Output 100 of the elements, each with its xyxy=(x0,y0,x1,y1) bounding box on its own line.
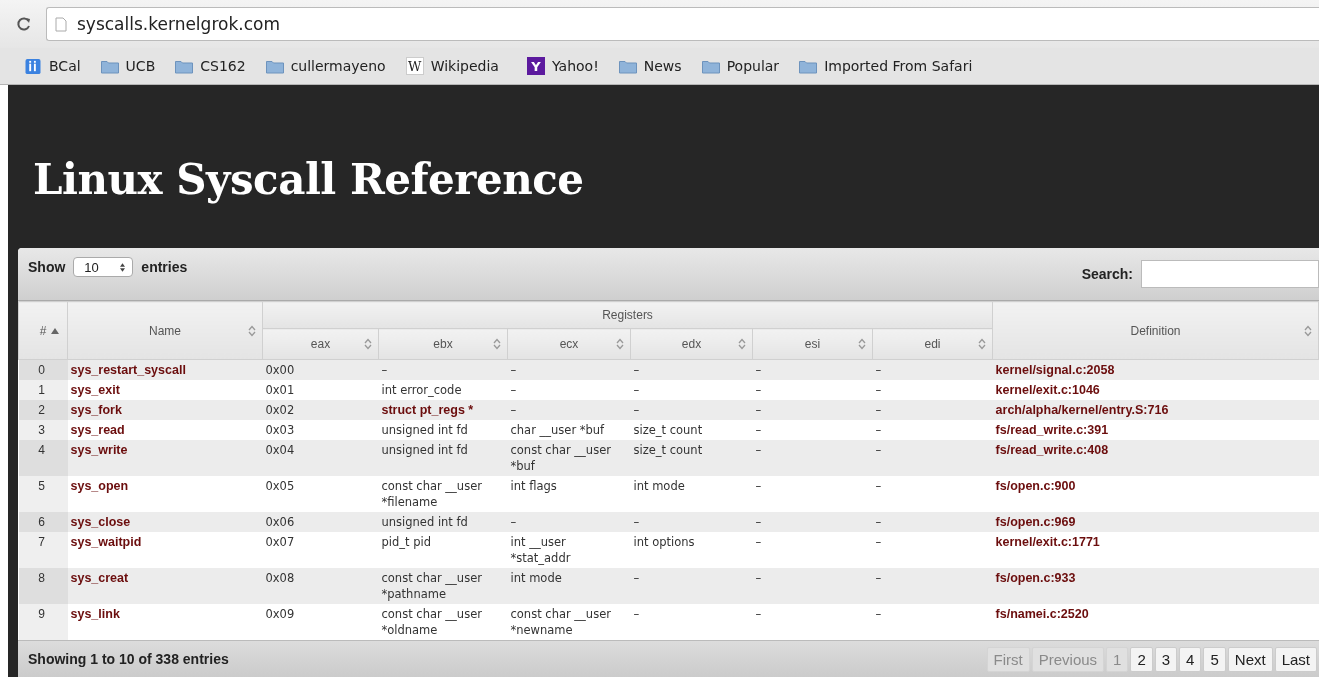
syscall-link[interactable]: sys_open xyxy=(70,479,129,493)
syscall-link[interactable]: sys_creat xyxy=(70,571,129,585)
table-cell: – xyxy=(875,403,882,417)
bookmark[interactable]: cullermayeno xyxy=(265,58,386,74)
table-cell: – xyxy=(875,423,882,437)
column-header[interactable]: eax xyxy=(262,328,379,360)
sort-icon xyxy=(493,338,501,350)
sort-icon xyxy=(248,324,256,337)
table-cell: 0x01 xyxy=(265,383,295,397)
table-cell: – xyxy=(875,443,882,457)
table-cell: char __user *buf xyxy=(510,423,605,437)
entries-label: entries xyxy=(141,259,188,275)
table-cell: – xyxy=(510,515,517,529)
sort-icon xyxy=(1304,324,1312,337)
column-header[interactable]: ecx xyxy=(507,328,631,360)
row-number: 2 xyxy=(38,403,45,417)
sort-icon xyxy=(738,338,746,350)
column-header[interactable]: Name xyxy=(67,301,263,360)
table-cell: const char __user *oldname xyxy=(381,607,482,637)
sort-icon xyxy=(364,338,372,350)
column-header[interactable]: # xyxy=(18,301,68,360)
table-cell: – xyxy=(875,571,882,585)
table-cell: 0x02 xyxy=(265,403,295,417)
pagination-button[interactable]: 2 xyxy=(1130,646,1153,672)
table-cell: unsigned int fd xyxy=(381,443,468,457)
page-title: Linux Syscall Reference xyxy=(33,155,585,206)
syscall-link[interactable]: sys_exit xyxy=(70,383,120,397)
table-cell: – xyxy=(510,383,517,397)
sort-ascending-icon xyxy=(51,327,59,334)
table-cell: – xyxy=(755,535,762,549)
table-cell: – xyxy=(755,607,762,621)
bookmark[interactable]: Imported From Safari xyxy=(799,58,973,74)
source-link[interactable]: fs/read_write.c:408 xyxy=(995,443,1109,457)
sort-icon xyxy=(978,338,987,350)
table-cell: 0x06 xyxy=(265,515,295,529)
folder-icon xyxy=(175,58,194,74)
folder-icon xyxy=(265,58,284,74)
pagination-button[interactable]: Next xyxy=(1227,646,1273,672)
folder-icon xyxy=(100,58,119,74)
search-field[interactable] xyxy=(1141,260,1319,288)
entries-dropdown[interactable]: 10 xyxy=(73,257,134,277)
source-link[interactable]: kernel/exit.c:1771 xyxy=(995,535,1100,549)
group-header: Registers xyxy=(262,301,993,329)
table-cell: – xyxy=(755,479,762,493)
column-header[interactable]: Definition xyxy=(992,301,1319,360)
table-cell: 0x08 xyxy=(265,571,295,585)
syscall-link[interactable]: sys_link xyxy=(70,607,120,621)
pagination-button[interactable]: Last xyxy=(1274,646,1317,672)
source-link[interactable]: kernel/exit.c:1046 xyxy=(995,383,1100,397)
table-cell: 0x04 xyxy=(265,443,295,457)
reload-icon[interactable] xyxy=(16,16,32,32)
syscall-link[interactable]: sys_write xyxy=(70,443,128,457)
table-cell: – xyxy=(510,403,517,417)
syscall-link[interactable]: sys_read xyxy=(70,423,125,437)
table-cell: – xyxy=(875,515,882,529)
row-number: 8 xyxy=(38,571,45,585)
folder-icon xyxy=(701,58,720,74)
pagination-button[interactable]: 3 xyxy=(1154,646,1178,672)
show-label: Show xyxy=(28,259,66,275)
source-link[interactable]: fs/open.c:933 xyxy=(995,571,1076,585)
bookmark[interactable]: CS162 xyxy=(175,58,246,74)
table-cell: 0x09 xyxy=(265,607,295,621)
column-header[interactable]: edx xyxy=(630,328,753,360)
table-cell: 0x00 xyxy=(265,363,295,377)
table-cell: – xyxy=(633,403,640,417)
table-cell: – xyxy=(755,515,762,529)
stepper-icon xyxy=(120,262,126,272)
column-header[interactable]: edi xyxy=(872,328,993,360)
bookmark[interactable]: News xyxy=(618,58,682,74)
bookmark[interactable]: Y Yahoo! xyxy=(518,57,599,75)
source-link[interactable]: fs/open.c:969 xyxy=(995,515,1076,529)
table-cell: 0x05 xyxy=(265,479,295,493)
address-bar[interactable]: syscalls.kernelgrok.com xyxy=(46,7,1319,41)
folder-icon xyxy=(799,58,818,74)
site-icon: Y xyxy=(526,57,545,75)
table-cell: – xyxy=(755,363,762,377)
table-cell: – xyxy=(875,363,882,377)
bookmark[interactable]: UCB xyxy=(100,58,156,74)
syscall-link[interactable]: sys_fork xyxy=(70,403,122,417)
pagination-button[interactable]: 4 xyxy=(1179,646,1202,672)
table-cell: unsigned int fd xyxy=(381,515,468,529)
table-cell: – xyxy=(755,443,762,457)
source-link[interactable]: fs/namei.c:2520 xyxy=(995,607,1089,621)
table-cell: int options xyxy=(633,535,695,549)
pagination-button[interactable]: 5 xyxy=(1203,646,1226,672)
source-link[interactable]: fs/open.c:900 xyxy=(995,479,1076,493)
calendar-icon xyxy=(24,58,42,74)
column-header[interactable]: ebx xyxy=(378,328,508,360)
column-header[interactable]: esi xyxy=(752,328,873,360)
bookmark[interactable]: Popular xyxy=(701,58,780,74)
bookmark[interactable]: W Wikipedia xyxy=(405,57,499,75)
table-cell: – xyxy=(381,363,388,377)
table-cell: size_t count xyxy=(633,423,703,437)
table-cell: pid_t pid xyxy=(381,535,431,549)
table-cell: int error_code xyxy=(381,383,462,397)
syscall-link[interactable]: sys_waitpid xyxy=(70,535,142,549)
bookmark[interactable]: BCal xyxy=(24,58,81,74)
table-cell: int flags xyxy=(510,479,557,493)
source-link[interactable]: fs/read_write.c:391 xyxy=(995,423,1109,437)
table-cell: const char __user *newname xyxy=(510,607,611,637)
